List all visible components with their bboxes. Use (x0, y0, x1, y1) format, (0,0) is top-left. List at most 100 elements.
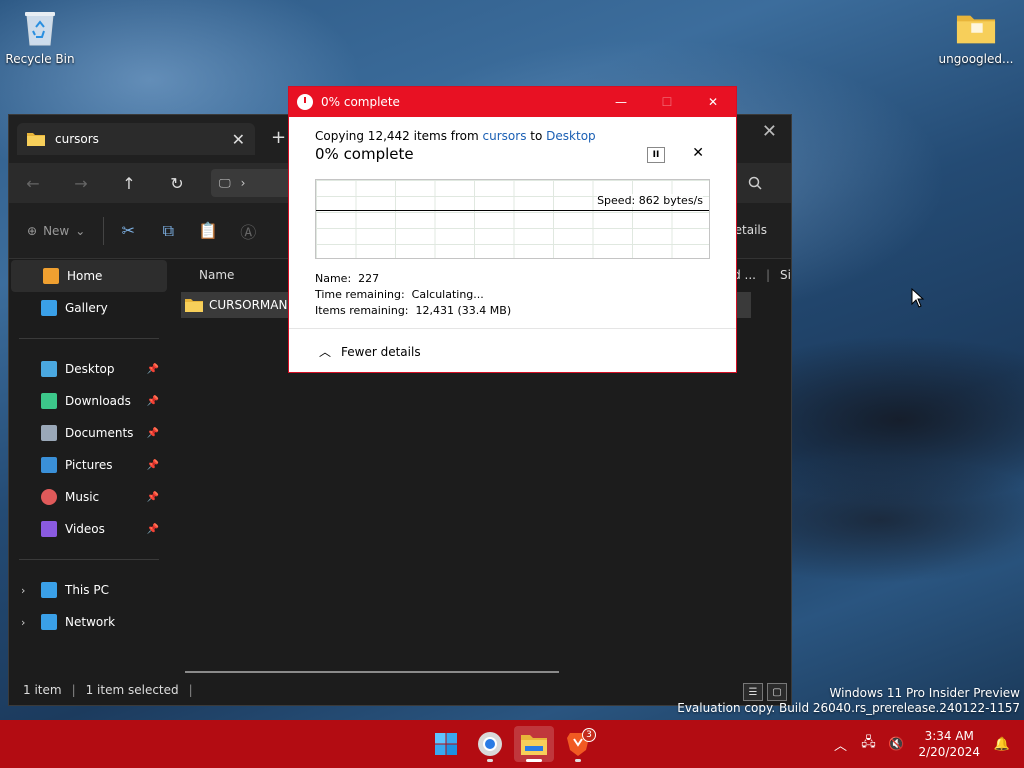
notifications-bell-icon[interactable]: 🔔 (988, 737, 1016, 752)
clock[interactable]: 3:34 AM 2/20/2024 (918, 728, 980, 760)
pin-icon[interactable]: 📌 (147, 364, 159, 375)
chromium-icon (478, 732, 502, 756)
sidebar-item-gallery[interactable]: Gallery (9, 292, 169, 324)
forward-arrow-icon[interactable]: → (57, 174, 105, 193)
cut-icon[interactable]: ✂ (108, 221, 148, 240)
sidebar-item-label: Pictures (65, 458, 113, 472)
folder-icon (27, 133, 45, 146)
sidebar-item-music[interactable]: Music 📌 (9, 481, 169, 513)
dialog-title: 0% complete (321, 95, 400, 109)
folder-icon (956, 8, 996, 48)
fewer-details-button[interactable]: ︿ Fewer details (319, 343, 421, 360)
mouse-cursor-icon (911, 288, 925, 308)
network-icon (41, 614, 57, 630)
chevron-down-icon: ⌄ (75, 223, 86, 238)
clock-icon (297, 94, 313, 110)
sidebar-item-label: Home (67, 269, 103, 283)
copy-prefix: Copying 12,442 items from (315, 129, 479, 143)
tab-label: cursors (55, 132, 99, 146)
folder-icon (185, 299, 203, 312)
sidebar-divider (19, 338, 159, 339)
file-name: CURSORMANIA (209, 298, 300, 312)
paste-icon[interactable]: 📋 (188, 221, 228, 240)
cancel-copy-button[interactable]: ✕ (692, 145, 704, 161)
name-value: 227 (358, 272, 380, 285)
pin-icon[interactable]: 📌 (147, 492, 159, 503)
clock-date: 2/20/2024 (918, 745, 980, 759)
dialog-close-icon[interactable]: ✕ (690, 87, 736, 117)
pin-icon[interactable]: 📌 (147, 396, 159, 407)
new-tab-button[interactable]: + (271, 127, 286, 148)
evaluation-watermark: Windows 11 Pro Insider Preview Evaluatio… (677, 686, 1020, 716)
rename-icon[interactable]: Ⓐ (228, 219, 268, 243)
running-indicator (487, 759, 493, 762)
dialog-divider (289, 328, 736, 329)
taskbar: 3 ︿ 🖧 🔇 3:34 AM 2/20/2024 🔔 (0, 720, 1024, 768)
copy-icon[interactable]: ⧉ (148, 221, 188, 241)
sidebar-item-documents[interactable]: Documents 📌 (9, 417, 169, 449)
search-icon[interactable] (737, 169, 773, 197)
speed-line (316, 210, 709, 211)
start-button[interactable] (426, 726, 466, 762)
pause-button[interactable]: II (647, 147, 665, 163)
sidebar-item-downloads[interactable]: Downloads 📌 (9, 385, 169, 417)
active-indicator (526, 759, 542, 762)
status-bar: 1 item | 1 item selected | ☰ ▢ (9, 675, 791, 705)
sidebar-item-this-pc[interactable]: › This PC (9, 574, 169, 606)
copy-description: Copying 12,442 items from cursors to Des… (315, 129, 710, 143)
pictures-icon (41, 457, 57, 473)
copy-progress-dialog[interactable]: 0% complete — ☐ ✕ Copying 12,442 items f… (288, 86, 737, 373)
tab-cursors[interactable]: cursors ✕ (17, 123, 255, 155)
items-remaining-value: 12,431 (33.4 MB) (415, 304, 512, 317)
column-header-size[interactable]: Si (780, 268, 791, 282)
taskbar-file-explorer[interactable] (514, 726, 554, 762)
desktop-icon-ungoogled[interactable]: ungoogled... (936, 8, 1016, 66)
this-pc-icon (41, 582, 57, 598)
sidebar-item-videos[interactable]: Videos 📌 (9, 513, 169, 545)
maximize-icon[interactable]: ☐ (644, 87, 690, 117)
navigation-pane: Home Gallery Desktop 📌 Downloads 📌 Docum… (9, 260, 169, 675)
back-arrow-icon[interactable]: ← (9, 174, 57, 193)
destination-link[interactable]: Desktop (546, 129, 596, 143)
sidebar-item-pictures[interactable]: Pictures 📌 (9, 449, 169, 481)
videos-icon (41, 521, 57, 537)
system-tray: ︿ 🖧 🔇 3:34 AM 2/20/2024 🔔 (826, 720, 1024, 768)
gallery-icon (41, 300, 57, 316)
file-explorer-icon (521, 735, 547, 755)
sidebar-item-label: Desktop (65, 362, 115, 376)
sidebar-divider (19, 559, 159, 560)
network-status-icon[interactable]: 🖧 (854, 733, 882, 755)
home-icon (43, 268, 59, 284)
sidebar-item-desktop[interactable]: Desktop 📌 (9, 353, 169, 385)
minimize-icon[interactable]: — (598, 87, 644, 117)
refresh-icon[interactable]: ↻ (153, 174, 201, 193)
pin-icon[interactable]: 📌 (147, 428, 159, 439)
notification-badge: 3 (582, 728, 596, 742)
taskbar-brave[interactable]: 3 (558, 726, 598, 762)
sidebar-item-network[interactable]: › Network (9, 606, 169, 638)
tab-close-icon[interactable]: ✕ (232, 130, 245, 149)
chevron-up-icon: ︿ (319, 345, 332, 359)
name-label: Name: (315, 272, 352, 285)
source-link[interactable]: cursors (483, 129, 527, 143)
sidebar-item-home[interactable]: Home (11, 260, 167, 292)
chevron-right-icon[interactable]: › (21, 616, 25, 629)
chevron-up-icon[interactable]: ︿ (826, 735, 854, 754)
recycle-bin-icon (20, 8, 60, 48)
pin-icon[interactable]: 📌 (147, 524, 159, 535)
pin-icon[interactable]: 📌 (147, 460, 159, 471)
window-close-icon[interactable]: ✕ (762, 121, 777, 142)
toolbar-divider (103, 216, 105, 245)
music-icon (41, 489, 57, 505)
desktop-icon-recycle-bin[interactable]: Recycle Bin (0, 8, 80, 66)
horizontal-scrollbar[interactable] (185, 671, 559, 673)
volume-muted-icon[interactable]: 🔇 (882, 737, 910, 752)
to-word: to (530, 129, 543, 143)
monitor-icon: 🖵 (219, 175, 231, 190)
taskbar-chrome[interactable] (470, 726, 510, 762)
plus-circle-icon: ⊕ (27, 223, 38, 238)
speed-graph: Speed: 862 bytes/s (315, 179, 710, 259)
chevron-right-icon[interactable]: › (21, 584, 25, 597)
up-arrow-icon[interactable]: ↑ (105, 174, 153, 193)
new-button[interactable]: ⊕ New ⌄ (27, 224, 85, 238)
